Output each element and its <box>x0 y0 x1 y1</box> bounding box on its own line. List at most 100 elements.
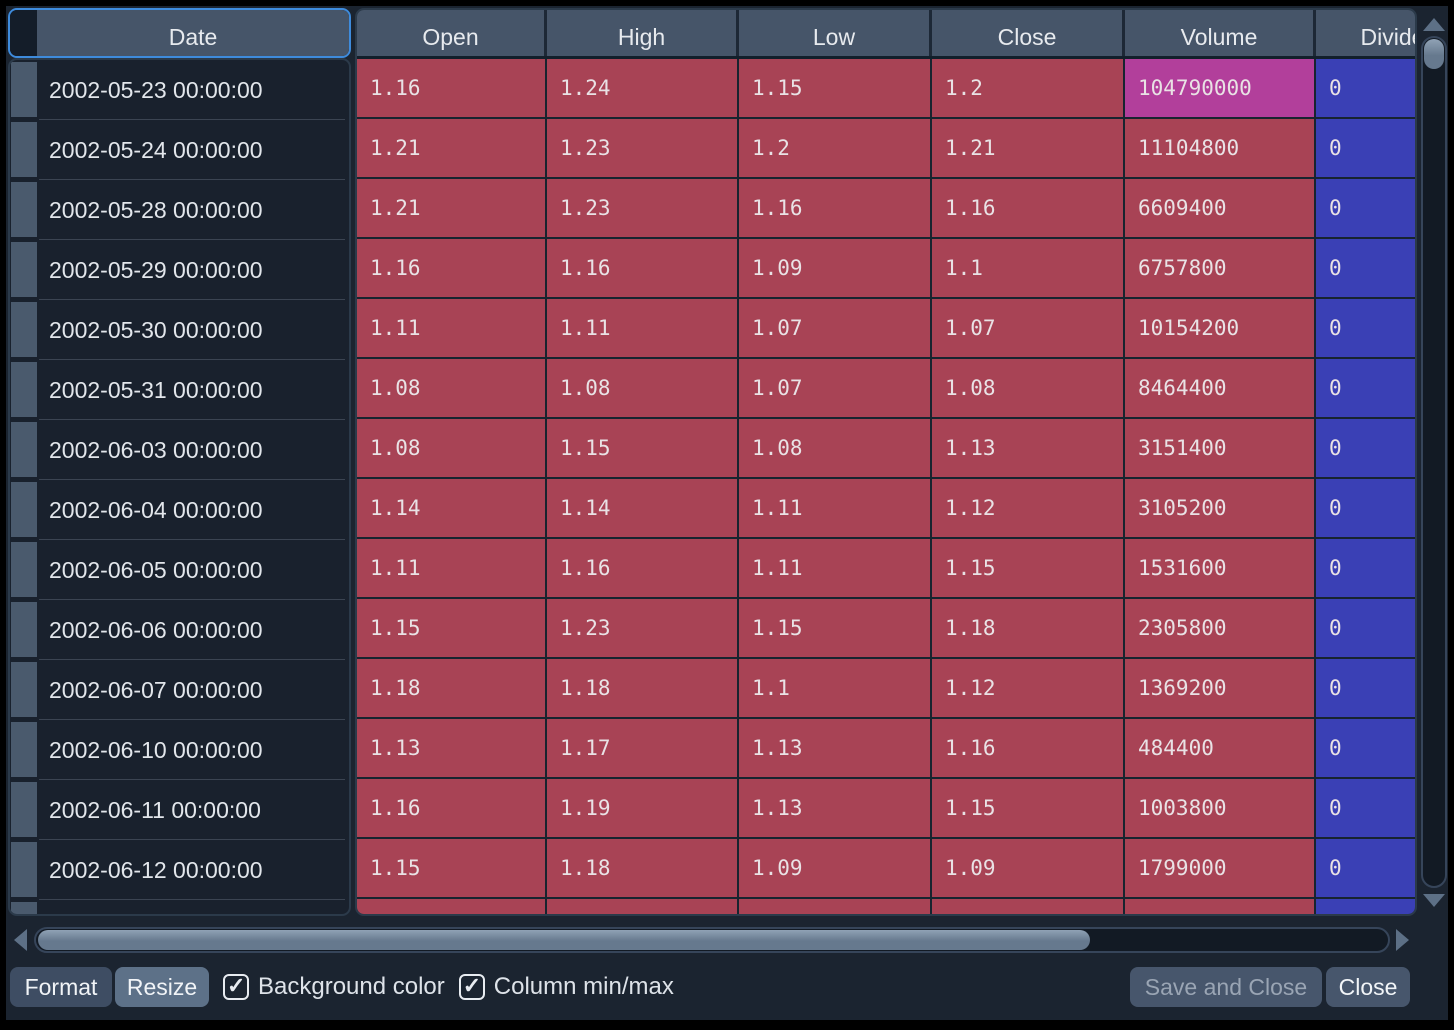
cell-volume[interactable]: 484400 <box>1125 719 1316 779</box>
background-color-checkbox[interactable] <box>223 974 249 1000</box>
format-button[interactable]: Format <box>10 967 112 1007</box>
cell-open[interactable]: 1.21 <box>357 179 547 239</box>
cell-high[interactable]: 1.11 <box>547 299 739 359</box>
row-handle[interactable] <box>11 662 37 717</box>
cell-dividends[interactable]: 0 <box>1316 719 1417 779</box>
cell-close[interactable]: 1.12 <box>932 479 1125 539</box>
row-handle[interactable] <box>11 722 37 777</box>
cell-dividends[interactable] <box>1316 899 1417 916</box>
cell-close[interactable]: 1.18 <box>932 599 1125 659</box>
cell-volume[interactable]: 1531600 <box>1125 539 1316 599</box>
cell-close[interactable]: 1.13 <box>932 419 1125 479</box>
date-cell[interactable]: 2002-06-11 00:00:00 <box>38 780 349 840</box>
cell-high[interactable]: 1.16 <box>547 539 739 599</box>
row-handle[interactable] <box>11 482 37 537</box>
cell-high[interactable]: 1.18 <box>547 659 739 719</box>
cell-high[interactable]: 1.24 <box>547 59 739 119</box>
date-cell[interactable]: 2002-05-29 00:00:00 <box>38 240 349 300</box>
cell-close[interactable]: 1.07 <box>932 299 1125 359</box>
cell-dividends[interactable]: 0 <box>1316 659 1417 719</box>
date-cell[interactable]: 2002-06-05 00:00:00 <box>38 540 349 600</box>
cell-open[interactable]: 1.16 <box>357 59 547 119</box>
column-minmax-checkbox[interactable] <box>459 974 485 1000</box>
cell-open[interactable]: 1.16 <box>357 779 547 839</box>
scroll-right-icon[interactable] <box>1396 929 1409 951</box>
row-handle[interactable] <box>11 422 37 477</box>
date-cell[interactable]: 2002-05-24 00:00:00 <box>38 120 349 180</box>
cell-volume[interactable]: 1369200 <box>1125 659 1316 719</box>
scroll-up-icon[interactable] <box>1423 18 1445 31</box>
cell-high[interactable]: 1.16 <box>547 239 739 299</box>
row-handle[interactable] <box>11 122 37 177</box>
cell-high[interactable]: 1.17 <box>547 719 739 779</box>
date-cell[interactable]: 2002-05-30 00:00:00 <box>38 300 349 360</box>
cell-high[interactable]: 1.15 <box>547 419 739 479</box>
cell-high[interactable]: 1.14 <box>547 479 739 539</box>
date-cell[interactable]: 2002-05-31 00:00:00 <box>38 360 349 420</box>
column-header-low[interactable]: Low <box>739 10 932 56</box>
cell-close[interactable]: 1.15 <box>932 779 1125 839</box>
cell-dividends[interactable]: 0 <box>1316 479 1417 539</box>
cell-close[interactable]: 1.08 <box>932 359 1125 419</box>
cell-dividends[interactable]: 0 <box>1316 539 1417 599</box>
cell-low[interactable]: 1.15 <box>739 599 932 659</box>
cell-low[interactable]: 1.1 <box>739 659 932 719</box>
column-header-volume[interactable]: Volume <box>1125 10 1316 56</box>
row-handle[interactable] <box>11 302 37 357</box>
cell-dividends[interactable]: 0 <box>1316 599 1417 659</box>
cell-open[interactable]: 1.08 <box>357 419 547 479</box>
row-handle[interactable] <box>11 182 37 237</box>
date-cell[interactable]: 2002-06-07 00:00:00 <box>38 660 349 720</box>
cell-open[interactable]: 1.08 <box>357 359 547 419</box>
cell-low[interactable]: 1.09 <box>739 239 932 299</box>
cell-open[interactable]: 1.13 <box>357 719 547 779</box>
cell-dividends[interactable]: 0 <box>1316 299 1417 359</box>
resize-button[interactable]: Resize <box>115 967 209 1007</box>
close-button[interactable]: Close <box>1326 967 1410 1007</box>
cell-low[interactable]: 1.07 <box>739 299 932 359</box>
cell-dividends[interactable]: 0 <box>1316 419 1417 479</box>
cell-close[interactable]: 1.1 <box>932 239 1125 299</box>
cell-close[interactable]: 1.16 <box>932 179 1125 239</box>
cell-volume[interactable]: 3105200 <box>1125 479 1316 539</box>
row-handle[interactable] <box>11 842 37 897</box>
date-cell[interactable]: 2002-06-12 00:00:00 <box>38 840 349 900</box>
cell-low[interactable]: 1.09 <box>739 839 932 899</box>
cell-dividends[interactable]: 0 <box>1316 359 1417 419</box>
column-header-open[interactable]: Open <box>357 10 547 56</box>
table-corner-cell[interactable] <box>10 10 37 56</box>
cell-dividends[interactable]: 0 <box>1316 179 1417 239</box>
cell-dividends[interactable]: 0 <box>1316 779 1417 839</box>
cell-open[interactable]: 1.21 <box>357 119 547 179</box>
date-cell[interactable]: 2002-06-06 00:00:00 <box>38 600 349 660</box>
cell-high[interactable]: 1.23 <box>547 179 739 239</box>
cell-volume[interactable]: 11104800 <box>1125 119 1316 179</box>
row-handle[interactable] <box>11 902 37 916</box>
cell-high[interactable]: 1.23 <box>547 119 739 179</box>
row-handle[interactable] <box>11 542 37 597</box>
cell-volume[interactable]: 1003800 <box>1125 779 1316 839</box>
date-cell[interactable]: 2002-06-03 00:00:00 <box>38 420 349 480</box>
column-header-close[interactable]: Close <box>932 10 1125 56</box>
cell-volume[interactable]: 3151400 <box>1125 419 1316 479</box>
cell-dividends[interactable]: 0 <box>1316 239 1417 299</box>
cell-close[interactable] <box>932 899 1125 916</box>
row-handle[interactable] <box>11 782 37 837</box>
scroll-left-icon[interactable] <box>14 929 27 951</box>
date-cell[interactable]: 2002-06-10 00:00:00 <box>38 720 349 780</box>
cell-open[interactable]: 1.14 <box>357 479 547 539</box>
cell-volume[interactable]: 8464400 <box>1125 359 1316 419</box>
cell-open[interactable]: 1.11 <box>357 539 547 599</box>
cell-close[interactable]: 1.16 <box>932 719 1125 779</box>
cell-high[interactable]: 1.08 <box>547 359 739 419</box>
cell-low[interactable]: 1.2 <box>739 119 932 179</box>
column-header-date[interactable]: Date <box>37 10 349 56</box>
cell-open[interactable]: 1.18 <box>357 659 547 719</box>
cell-low[interactable]: 1.13 <box>739 779 932 839</box>
vertical-scrollbar-thumb[interactable] <box>1424 39 1444 69</box>
cell-low[interactable]: 1.13 <box>739 719 932 779</box>
row-handle[interactable] <box>11 242 37 297</box>
cell-high[interactable] <box>547 899 739 916</box>
cell-low[interactable]: 1.07 <box>739 359 932 419</box>
cell-volume[interactable] <box>1125 899 1316 916</box>
